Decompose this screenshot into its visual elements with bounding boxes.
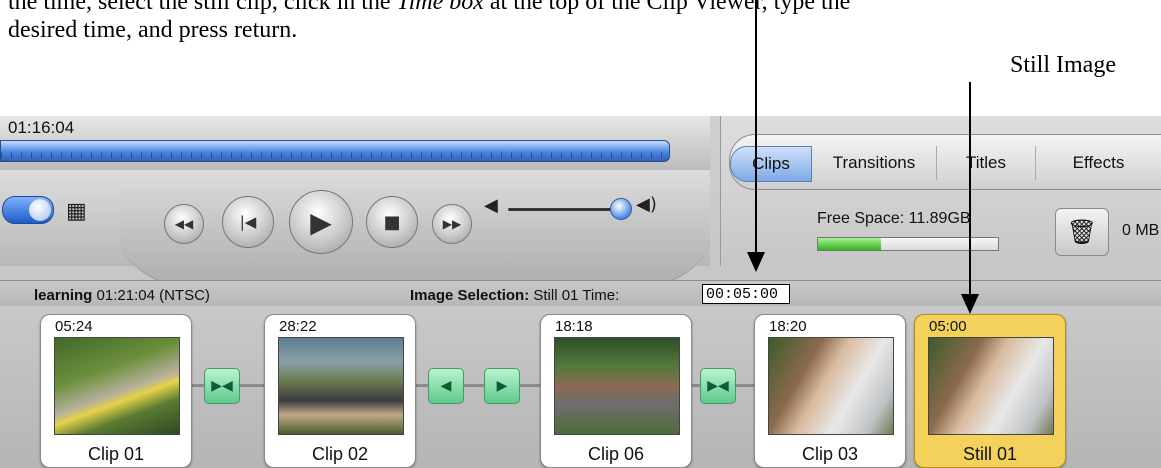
time-box-arrow-line [755, 0, 757, 252]
clip-thumbnail [928, 337, 1054, 435]
tab-clips[interactable]: Clips [730, 146, 812, 182]
fast-forward-button[interactable]: ▶▶ [432, 204, 472, 244]
clip-thumbnail [54, 337, 180, 435]
transition-cross-dissolve[interactable]: ▶◀ [204, 368, 240, 404]
transition-icon: ▶ [496, 378, 508, 394]
clip-card-06[interactable]: 18:18 Clip 06 [540, 314, 692, 468]
transition-icon: ▶◀ [707, 378, 729, 394]
transition-out[interactable]: ▶ [484, 368, 520, 404]
scrubber-bar[interactable] [0, 140, 670, 162]
time-input[interactable]: 00:05:00 [702, 284, 790, 304]
clip-thumbnail [554, 337, 680, 435]
toggle-knob [29, 199, 51, 221]
volume-low-icon: ◀ [484, 195, 498, 216]
transition-icon: ◀ [440, 378, 452, 394]
imovie-window: 01:16:04 ▦ ◀◀ |◀ ▶ ■ ▶▶ ◀ ◀) Clips Trans… [0, 116, 1161, 468]
trash-button[interactable]: 🗑 [1055, 208, 1109, 256]
clip-name: Clip 03 [801, 444, 859, 464]
trash-size-label: 0 MB [1122, 222, 1160, 239]
transition-in[interactable]: ◀ [428, 368, 464, 404]
tab-transitions[interactable]: Transitions [812, 146, 937, 180]
scrubber-ticks [1, 152, 669, 158]
previous-button[interactable]: |◀ [222, 196, 274, 248]
clip-name: Still 01 [962, 444, 1018, 464]
volume-high-icon: ◀) [636, 194, 657, 215]
still-clip-card-01[interactable]: 05:00 Still 01 [914, 314, 1066, 468]
tab-effects[interactable]: Effects [1036, 146, 1161, 180]
clip-duration: 05:24 [55, 318, 93, 335]
fast-forward-icon: ▶▶ [442, 217, 462, 231]
camera-mode-toggle[interactable] [2, 196, 54, 224]
project-title: learning 01:21:04 (NTSC) [34, 287, 210, 304]
clip-duration: 18:20 [769, 318, 807, 335]
clip-thumbnail [768, 337, 894, 435]
instruction-line-2: desired time, and press return. [8, 17, 298, 43]
tab-titles[interactable]: Titles [937, 146, 1036, 180]
monitor-strip: 01:16:04 [0, 116, 710, 170]
transition-cross-dissolve[interactable]: ▶◀ [700, 368, 736, 404]
clip-duration: 05:00 [929, 318, 967, 335]
instruction-line-1: the time, select the still clip, click i… [8, 0, 851, 15]
free-space-label: Free Space: 11.89GB [817, 210, 971, 227]
film-mode-icon[interactable]: ▦ [66, 198, 87, 224]
rewind-icon: ◀◀ [174, 217, 194, 231]
transport-pod [120, 176, 710, 297]
play-button[interactable]: ▶ [289, 190, 353, 254]
clip-card-02[interactable]: 28:22 Clip 02 [264, 314, 416, 468]
clip-name: Clip 01 [87, 444, 145, 464]
clip-duration: 18:18 [555, 318, 593, 335]
volume-slider-track[interactable] [508, 208, 620, 211]
free-space-meter [817, 237, 999, 251]
play-icon: ▶ [310, 205, 332, 239]
clip-viewer-header: learning 01:21:04 (NTSC) Image Selection… [0, 280, 1161, 309]
clip-card-01[interactable]: 05:24 Clip 01 [40, 314, 192, 468]
instruction-text: the time, select the still clip, click i… [8, 0, 1148, 44]
clip-thumbnail [278, 337, 404, 435]
time-box-arrowhead [747, 252, 765, 272]
still-image-arrow-line [969, 82, 971, 294]
previous-icon: |◀ [239, 213, 257, 231]
clip-duration: 28:22 [279, 318, 317, 335]
still-image-label: Still Image [1010, 52, 1116, 78]
monitor-timecode: 01:16:04 [8, 118, 75, 137]
transition-icon: ▶◀ [211, 378, 233, 394]
still-image-arrowhead [961, 294, 979, 314]
stop-icon: ■ [383, 211, 401, 233]
clip-name: Clip 02 [311, 444, 369, 464]
stop-button[interactable]: ■ [366, 196, 418, 248]
clip-card-03[interactable]: 18:20 Clip 03 [754, 314, 906, 468]
clip-name: Clip 06 [587, 444, 645, 464]
rewind-button[interactable]: ◀◀ [164, 204, 204, 244]
volume-slider-knob[interactable] [610, 198, 632, 220]
image-selection-label: Image Selection: Still 01 Time: [410, 287, 620, 304]
trash-icon: 🗑 [1066, 218, 1098, 246]
free-space-meter-fill [818, 238, 881, 250]
